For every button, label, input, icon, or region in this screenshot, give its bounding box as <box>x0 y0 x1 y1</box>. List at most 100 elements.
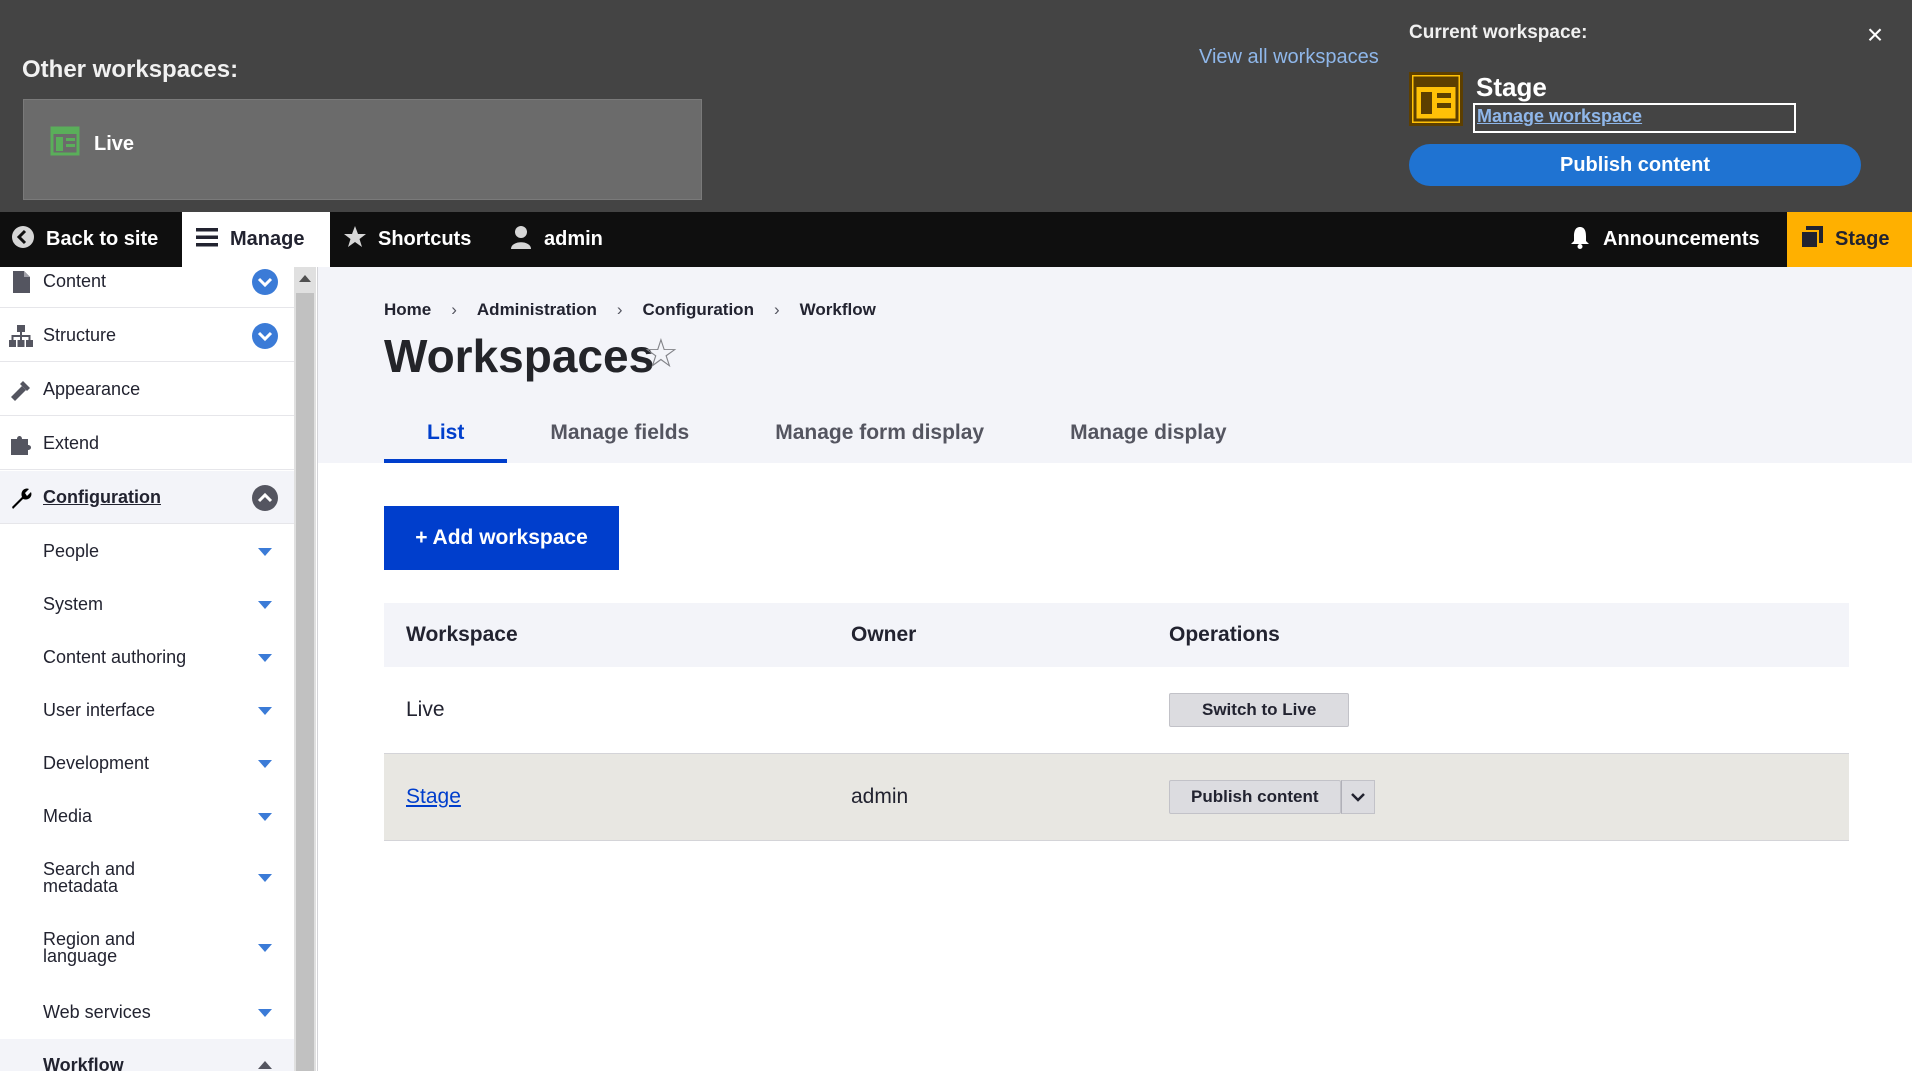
caret-down-icon[interactable] <box>258 944 272 952</box>
operations-cell: Switch to Live <box>1169 693 1350 727</box>
caret-down-icon[interactable] <box>258 601 272 609</box>
sidebar-subitem-web-services[interactable]: Web services <box>0 986 294 1039</box>
caret-up-icon[interactable] <box>258 1061 272 1069</box>
other-workspaces-list: Live <box>23 99 702 200</box>
sidebar-item-structure[interactable]: Structure <box>0 309 294 362</box>
main-content: Home › Administration › Configuration › … <box>318 267 1912 1071</box>
sidebar-item-extend[interactable]: Extend <box>0 417 294 470</box>
announcements-label: Announcements <box>1603 228 1760 250</box>
breadcrumb-home[interactable]: Home <box>384 300 431 320</box>
sidebar-subitem-label: System <box>43 594 104 614</box>
manage-tab[interactable]: Manage <box>182 212 330 267</box>
workspace-live-label: Live <box>94 132 135 155</box>
admin-sidebar: Content Structure Appearance Extend Conf… <box>0 267 318 1071</box>
breadcrumb-configuration[interactable]: Configuration <box>643 300 754 320</box>
sidebar-item-appearance[interactable]: Appearance <box>0 363 294 416</box>
sidebar-item-label: Structure <box>43 324 117 345</box>
puzzle-icon <box>8 431 34 457</box>
workspace-tray: Other workspaces: Live View all workspac… <box>0 0 1912 212</box>
tab-manage-display[interactable]: Manage display <box>1027 415 1269 463</box>
workspace-name: Live <box>406 698 445 721</box>
switch-to-live-button[interactable]: Switch to Live <box>1169 693 1350 727</box>
chevron-down-icon[interactable] <box>252 323 278 349</box>
chevron-up-icon[interactable] <box>252 485 278 511</box>
caret-down-icon[interactable] <box>258 813 272 821</box>
column-header-owner: Owner <box>851 623 917 646</box>
sidebar-subitem-search-and-metadata[interactable]: Search and metadata <box>0 845 294 911</box>
sidebar-subitem-label: Workflow <box>43 1055 124 1071</box>
workspace-stack-icon <box>1799 224 1825 256</box>
page-title: Workspaces <box>384 330 655 382</box>
local-tasks-tabs: List Manage fields Manage form display M… <box>384 415 1270 463</box>
sidebar-item-content[interactable]: Content <box>0 267 294 308</box>
tab-manage-fields[interactable]: Manage fields <box>507 415 732 463</box>
sidebar-subitem-people[interactable]: People <box>0 525 294 578</box>
breadcrumb-separator: › <box>616 300 623 319</box>
view-all-workspaces-link[interactable]: View all workspaces <box>1199 46 1379 69</box>
page-header: Home › Administration › Configuration › … <box>318 267 1912 463</box>
sidebar-subitem-label: Media <box>43 806 93 826</box>
current-workspace-title: Current workspace: <box>1409 22 1588 43</box>
other-workspaces-title: Other workspaces: <box>22 56 239 83</box>
admin-toolbar: Back to site Manage Shortcuts admin Anno… <box>0 212 1912 267</box>
back-to-site-label: Back to site <box>46 228 159 250</box>
sidebar-subitem-label: Development <box>43 753 150 773</box>
announcements-tab[interactable]: Announcements <box>1567 212 1760 267</box>
sidebar-subitem-user-interface[interactable]: User interface <box>0 684 294 737</box>
sitemap-icon <box>8 323 34 349</box>
caret-down-icon[interactable] <box>258 874 272 882</box>
manage-workspace-link[interactable]: Manage workspace <box>1473 103 1796 133</box>
tab-manage-form-display[interactable]: Manage form display <box>732 415 1027 463</box>
workspace-icon <box>50 126 80 162</box>
workspace-switcher-label: Stage <box>1835 228 1890 250</box>
user-label: admin <box>544 228 603 250</box>
sidebar-subitem-workflow[interactable]: Workflow <box>0 1039 294 1071</box>
chevron-down-icon[interactable] <box>252 269 278 295</box>
add-workspace-button[interactable]: + Add workspace <box>384 506 619 570</box>
back-to-site-link[interactable]: Back to site <box>10 212 158 267</box>
caret-down-icon[interactable] <box>258 548 272 556</box>
sidebar-subitem-system[interactable]: System <box>0 578 294 631</box>
current-workspace-name: Stage <box>1476 72 1547 102</box>
table-header-row: Workspace Owner Operations <box>384 603 1849 667</box>
sidebar-item-configuration[interactable]: Configuration <box>0 471 294 524</box>
breadcrumb-workflow[interactable]: Workflow <box>800 300 876 320</box>
breadcrumb-administration[interactable]: Administration <box>477 300 597 320</box>
shortcuts-tab[interactable]: Shortcuts <box>342 212 471 267</box>
breadcrumb: Home › Administration › Configuration › … <box>384 300 876 320</box>
sidebar-subitem-label: User interface <box>43 700 156 720</box>
manage-label: Manage <box>230 228 305 250</box>
sidebar-subitem-media[interactable]: Media <box>0 790 294 843</box>
workspace-live-link[interactable]: Live <box>50 126 134 162</box>
close-icon[interactable]: × <box>1862 20 1888 50</box>
caret-down-icon[interactable] <box>258 1009 272 1017</box>
workspace-name-link[interactable]: Stage <box>406 785 461 809</box>
sidebar-subitem-development[interactable]: Development <box>0 737 294 790</box>
sidebar-scrollbar[interactable] <box>294 267 316 1071</box>
scrollbar-thumb[interactable] <box>296 293 314 1071</box>
sidebar-subitem-content-authoring[interactable]: Content authoring <box>0 631 294 684</box>
caret-down-icon[interactable] <box>258 707 272 715</box>
breadcrumb-separator: › <box>451 300 457 319</box>
caret-down-icon[interactable] <box>258 760 272 768</box>
page-body: + Add workspace Workspace Owner Operatio… <box>318 463 1912 1071</box>
publish-content-button[interactable]: Publish content <box>1409 144 1861 186</box>
star-icon[interactable]: ☆ <box>643 334 679 374</box>
dropbutton-toggle[interactable] <box>1340 780 1375 814</box>
workspace-switcher-tab[interactable]: Stage <box>1787 212 1912 267</box>
scroll-up-arrow-icon[interactable] <box>299 275 311 282</box>
sidebar-subitem-region-and-language[interactable]: Region and language <box>0 915 294 981</box>
file-icon <box>8 269 34 295</box>
sidebar-subitem-label: People <box>43 541 100 561</box>
tab-list[interactable]: List <box>384 415 508 463</box>
caret-down-icon[interactable] <box>258 654 272 662</box>
user-icon <box>508 224 534 256</box>
workspaces-table: Workspace Owner Operations Live Switch t… <box>384 603 1849 841</box>
sidebar-subitem-label: Region and language <box>43 929 136 966</box>
user-tab[interactable]: admin <box>508 212 603 267</box>
shortcuts-label: Shortcuts <box>378 228 472 250</box>
operations-dropbutton: Publish content <box>1169 780 1375 814</box>
stage-workspace-icon <box>1409 72 1463 126</box>
publish-content-op-button[interactable]: Publish content <box>1169 780 1341 814</box>
bell-icon <box>1567 224 1593 256</box>
